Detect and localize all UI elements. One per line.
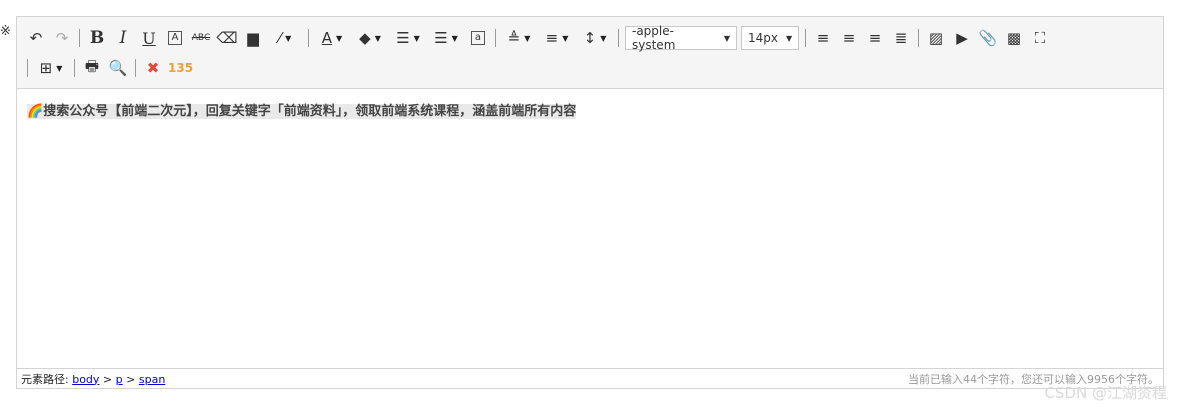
heading-format-dropdown[interactable]: ≡ ▼ [540,26,574,50]
bold-icon[interactable]: B [86,26,108,50]
path-separator: > [122,372,139,386]
line-height-icon: ↕ [583,29,597,47]
rainbow-icon: 🌈 [27,104,44,119]
unordered-list-dropdown[interactable]: ☰ ▼ [429,26,463,50]
magic-wand-dropdown[interactable]: ⁄ ▼ [268,26,302,50]
italic-icon[interactable]: I [112,26,134,50]
magic-wand-icon: ⁄ [278,29,282,47]
video-icon[interactable]: ▶ [951,26,973,50]
toolbar-separator [495,29,496,47]
path-link-body[interactable]: body [72,373,99,386]
path-separator: > [99,372,116,386]
redo-icon[interactable]: ↷ [51,26,73,50]
rich-text-editor: ↶ ↷ B I U A ABC ⌫ ▆ ⁄ ▼ A ▼ ◆ ▼ ☰ ▼ ☰ ▼ a ≜ ▼ … [16,16,1164,389]
preview-zoom-icon[interactable]: 🔍 [107,56,129,80]
text-indent-icon[interactable]: a [467,26,489,50]
underline-icon[interactable]: U [138,26,160,50]
element-path-label: 元素路径: [21,372,69,386]
format-painter-icon[interactable]: ▆ [242,26,264,50]
image-icon[interactable]: ▨ [925,26,947,50]
fullscreen-icon[interactable]: ⛶ [1029,26,1051,50]
editor-toolbar: ↶ ↷ B I U A ABC ⌫ ▆ ⁄ ▼ A ▼ ◆ ▼ ☰ ▼ ☰ ▼ a ≜ ▼ … [17,17,1163,89]
align-left-icon[interactable]: ≡ [812,26,834,50]
toolbar-separator [135,59,136,77]
toolbar-row-2: ⊞ ▼ 🖶 🔍 ✖ 135 [23,55,195,81]
editor-status-bar: 元素路径: body > p > span 当前已输入44个字符，您还可以输入9… [17,368,1163,388]
font-size-select[interactable]: 14px ▼ [741,26,799,50]
toolbar-row-1: ↶ ↷ B I U A ABC ⌫ ▆ ⁄ ▼ A ▼ ◆ ▼ ☰ ▼ ☰ ▼ a ≜ ▼ … [23,24,1053,52]
toolbar-separator [74,59,75,77]
ordered-list-icon: ☰ [396,29,410,47]
table-icon: ⊞ [39,59,53,77]
line-height-dropdown[interactable]: ↕ ▼ [578,26,612,50]
path-link-span[interactable]: span [139,373,165,386]
toolbar-separator [27,59,28,77]
background-color-dropdown[interactable]: ◆ ▼ [353,26,387,50]
paragraph-spacing-dropdown[interactable]: ≜ ▼ [502,26,536,50]
attachment-icon[interactable]: 📎 [977,26,999,50]
toolbar-separator [805,29,806,47]
unordered-list-icon: ☰ [434,29,448,47]
content-paragraph: 🌈搜索公众号【前端二次元】，回复关键字「前端资料」，领取前端系统课程，涵盖前端所… [27,100,1153,119]
editor-content-area[interactable]: 🌈搜索公众号【前端二次元】，回复关键字「前端资料」，领取前端系统课程，涵盖前端所… [17,89,1163,369]
paint-bucket-icon: ◆ [359,29,371,47]
align-center-icon[interactable]: ≡ [838,26,860,50]
plugin-135-icon[interactable]: 135 [168,56,193,80]
eraser-icon[interactable]: ⌫ [216,26,238,50]
font-color-icon: A [321,29,333,47]
plugin-x-icon[interactable]: ✖ [142,56,164,80]
strikethrough-icon[interactable]: ABC [190,26,212,50]
align-right-icon[interactable]: ≡ [864,26,886,50]
toolbar-separator [618,29,619,47]
toolbar-separator [308,29,309,47]
heading-icon: ≡ [545,29,559,47]
font-border-icon[interactable]: A [164,26,186,50]
content-text: 搜索公众号【前端二次元】，回复关键字「前端资料」，领取前端系统课程，涵盖前端所有… [43,104,577,119]
watermark: CSDN @江湖资程 [1044,384,1167,402]
left-clipped-text: ※ [0,24,11,39]
font-family-select[interactable]: -apple-system ▼ [625,24,737,52]
path-link-p[interactable]: p [116,373,123,386]
table-dropdown[interactable]: ⊞ ▼ [34,56,68,80]
font-color-dropdown[interactable]: A ▼ [315,26,349,50]
ordered-list-dropdown[interactable]: ☰ ▼ [391,26,425,50]
align-justify-icon[interactable]: ≣ [890,26,912,50]
toolbar-separator [918,29,919,47]
toolbar-separator [79,29,80,47]
paragraph-spacing-icon: ≜ [507,29,521,47]
undo-icon[interactable]: ↶ [25,26,47,50]
background-pattern-icon[interactable]: ▩ [1003,26,1025,50]
print-icon[interactable]: 🖶 [81,56,103,80]
element-path: 元素路径: body > p > span [21,371,165,387]
selected-span: 🌈搜索公众号【前端二次元】，回复关键字「前端资料」，领取前端系统课程，涵盖前端所… [27,104,577,119]
